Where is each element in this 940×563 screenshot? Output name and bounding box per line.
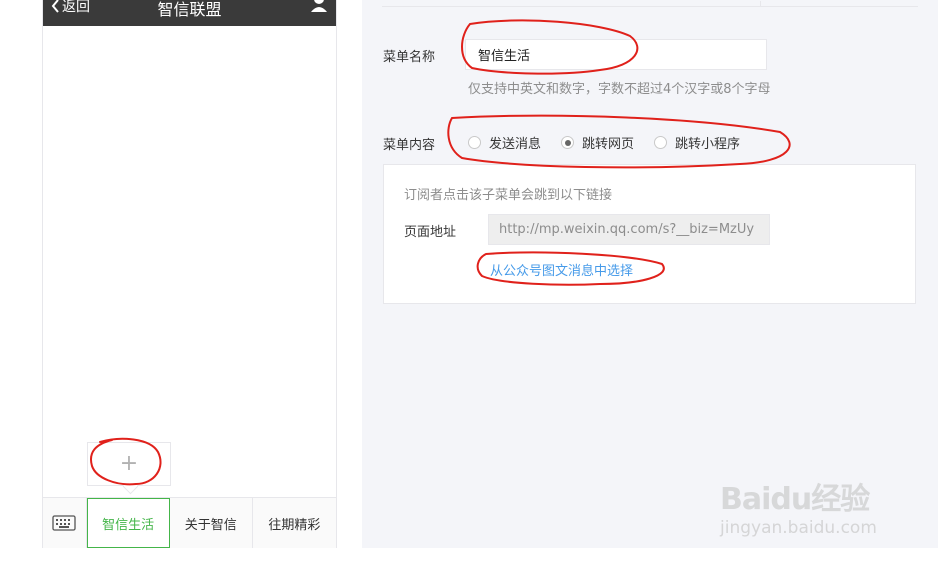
pick-from-articles-link[interactable]: 从公众号图文消息中选择 [490, 260, 633, 279]
menu-item-1[interactable]: 智信生活 [86, 498, 170, 548]
plus-icon: + [119, 451, 139, 476]
phone-preview: 返回 智信联盟 + 智信生活 关于智信 往期精彩 [42, 0, 337, 548]
radio-button[interactable] [654, 136, 668, 149]
menu-item-label: 往期精彩 [268, 517, 321, 533]
keyboard-icon [52, 515, 76, 531]
baidu-watermark: Baidu经验 jingyan.baidu.com [720, 460, 920, 550]
option-label: 跳转小程序 [675, 137, 741, 152]
menu-content-options: 发送消息 跳转网页 跳转小程序 [468, 133, 740, 152]
radio-button[interactable] [468, 136, 481, 149]
option-jump-miniprogram[interactable]: 跳转小程序 [654, 133, 740, 152]
menu-name-input[interactable] [465, 39, 767, 70]
menu-item-label: 关于智信 [184, 517, 237, 533]
watermark-url: jingyan.baidu.com [720, 518, 877, 538]
phone-header: 返回 智信联盟 [43, 0, 336, 26]
page-url-label: 页面地址 [404, 225, 457, 240]
menu-item-2[interactable]: 关于智信 [170, 498, 253, 548]
jump-description: 订阅者点击该子菜单会跳到以下链接 [404, 188, 613, 203]
menu-item-3[interactable]: 往期精彩 [253, 498, 336, 548]
add-submenu-button[interactable]: + [87, 442, 171, 486]
option-label: 跳转网页 [582, 137, 635, 152]
option-label: 发送消息 [489, 137, 542, 152]
menu-name-label: 菜单名称 [383, 50, 436, 65]
panel-divider [382, 1, 918, 7]
phone-title: 智信联盟 [157, 0, 222, 19]
keyboard-toggle[interactable] [43, 498, 87, 548]
menu-bar: 智信生活 关于智信 往期精彩 [43, 497, 336, 548]
option-send-message[interactable]: 发送消息 [468, 133, 541, 152]
page-url-input[interactable] [488, 214, 770, 245]
menu-item-label: 智信生活 [102, 517, 155, 533]
menu-content-label: 菜单内容 [383, 138, 436, 153]
option-jump-webpage[interactable]: 跳转网页 [561, 133, 634, 152]
menu-name-hint: 仅支持中英文和数字，字数不超过4个汉字或8个字母 [468, 82, 771, 97]
watermark-logo: Baidu经验 [720, 482, 870, 517]
radio-button[interactable] [561, 136, 575, 149]
jump-webpage-box: 订阅者点击该子菜单会跳到以下链接 页面地址 从公众号图文消息中选择 [383, 164, 916, 304]
user-icon[interactable] [310, 0, 328, 12]
